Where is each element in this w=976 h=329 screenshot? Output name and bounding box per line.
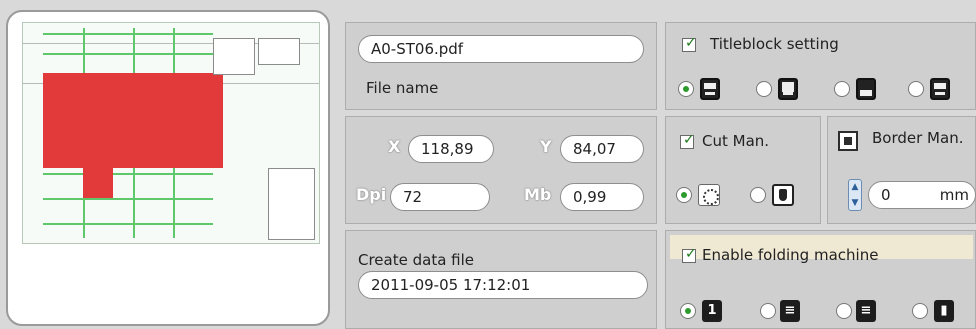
titleblock-icon-2 <box>778 78 798 100</box>
cut-radio-auto[interactable] <box>676 187 692 203</box>
cut-auto-icon <box>698 184 720 206</box>
folding-label: Enable folding machine <box>702 246 879 264</box>
fold-icon-4: ▮ <box>934 300 954 322</box>
drawing-legend-box <box>213 38 255 75</box>
titleblock-panel: ✓ Titleblock setting <box>665 22 976 110</box>
folding-checkbox[interactable]: ✓ <box>682 246 697 263</box>
fold-icon-3: ≡ <box>856 300 876 322</box>
dimensions-panel: X 118,89 Y 84,07 Dpi 72 Mb 0,99 <box>345 116 657 224</box>
titleblock-label: Titleblock setting <box>710 35 839 53</box>
drawing-line <box>43 33 213 35</box>
x-field[interactable]: 118,89 <box>408 135 494 163</box>
folding-panel: ✓ Enable folding machine 1 ≡ ≡ ▮ <box>665 230 976 329</box>
fold-radio-3[interactable] <box>836 303 852 319</box>
drawing-titleblock-box <box>268 168 315 240</box>
drawing-line <box>43 198 213 200</box>
titleblock-radio-3[interactable] <box>834 81 850 97</box>
hand-icon <box>772 184 794 206</box>
drawing-line <box>43 173 213 175</box>
pdf-drawing-preview <box>22 22 320 244</box>
cut-radio-manual[interactable] <box>750 187 766 203</box>
file-name-label: File name <box>366 79 439 97</box>
drawing-red-area <box>83 168 113 198</box>
border-value: 0 <box>881 186 891 204</box>
drawing-red-area <box>43 73 223 168</box>
titleblock-checkbox[interactable]: ✓ <box>682 35 697 52</box>
mb-label: Mb <box>524 185 552 204</box>
titleblock-radio-2[interactable] <box>756 81 772 97</box>
drawing-line <box>43 223 213 225</box>
border-unit: mm <box>939 186 969 204</box>
border-spinner[interactable]: ▲ ▼ <box>848 179 862 211</box>
border-label: Border Man. <box>872 129 964 147</box>
fold-radio-2[interactable] <box>760 303 776 319</box>
y-field[interactable]: 84,07 <box>560 135 644 163</box>
cut-label: Cut Man. <box>702 132 770 150</box>
titleblock-radio-1[interactable] <box>678 81 694 97</box>
fold-icon-2: ≡ <box>780 300 800 322</box>
create-datafile-label: Create data file <box>358 251 475 269</box>
datafile-panel: Create data file 2011-09-05 17:12:01 <box>345 230 657 329</box>
titleblock-icon-1 <box>700 78 720 100</box>
drawing-line <box>43 53 213 55</box>
fold-radio-4[interactable] <box>912 303 928 319</box>
fold-radio-1[interactable] <box>680 303 696 319</box>
mb-field[interactable]: 0,99 <box>560 183 644 211</box>
dpi-field[interactable]: 72 <box>390 183 490 211</box>
cut-panel: ✓ Cut Man. <box>665 116 821 224</box>
fold-icon-1: 1 <box>702 300 722 322</box>
titleblock-icon-3 <box>856 78 876 100</box>
datafile-date-field[interactable]: 2011-09-05 17:12:01 <box>358 271 648 299</box>
cut-checkbox[interactable]: ✓ <box>680 132 695 149</box>
file-name-field[interactable]: A0-ST06.pdf <box>358 35 644 63</box>
titleblock-radio-4[interactable] <box>908 81 924 97</box>
pdf-preview-card <box>6 10 330 326</box>
border-panel: Border Man. ▲ ▼ 0 mm <box>827 116 976 224</box>
y-label: Y <box>540 137 552 156</box>
drawing-legend-box <box>258 38 300 65</box>
spinner-down-icon[interactable]: ▼ <box>849 198 861 208</box>
border-icon <box>838 131 858 151</box>
border-value-field[interactable]: 0 mm <box>868 181 976 209</box>
dpi-label: Dpi <box>356 185 387 204</box>
spinner-up-icon[interactable]: ▲ <box>849 182 861 192</box>
x-label: X <box>388 137 401 156</box>
titleblock-icon-4 <box>930 78 950 100</box>
file-panel: A0-ST06.pdf File name <box>345 22 657 110</box>
